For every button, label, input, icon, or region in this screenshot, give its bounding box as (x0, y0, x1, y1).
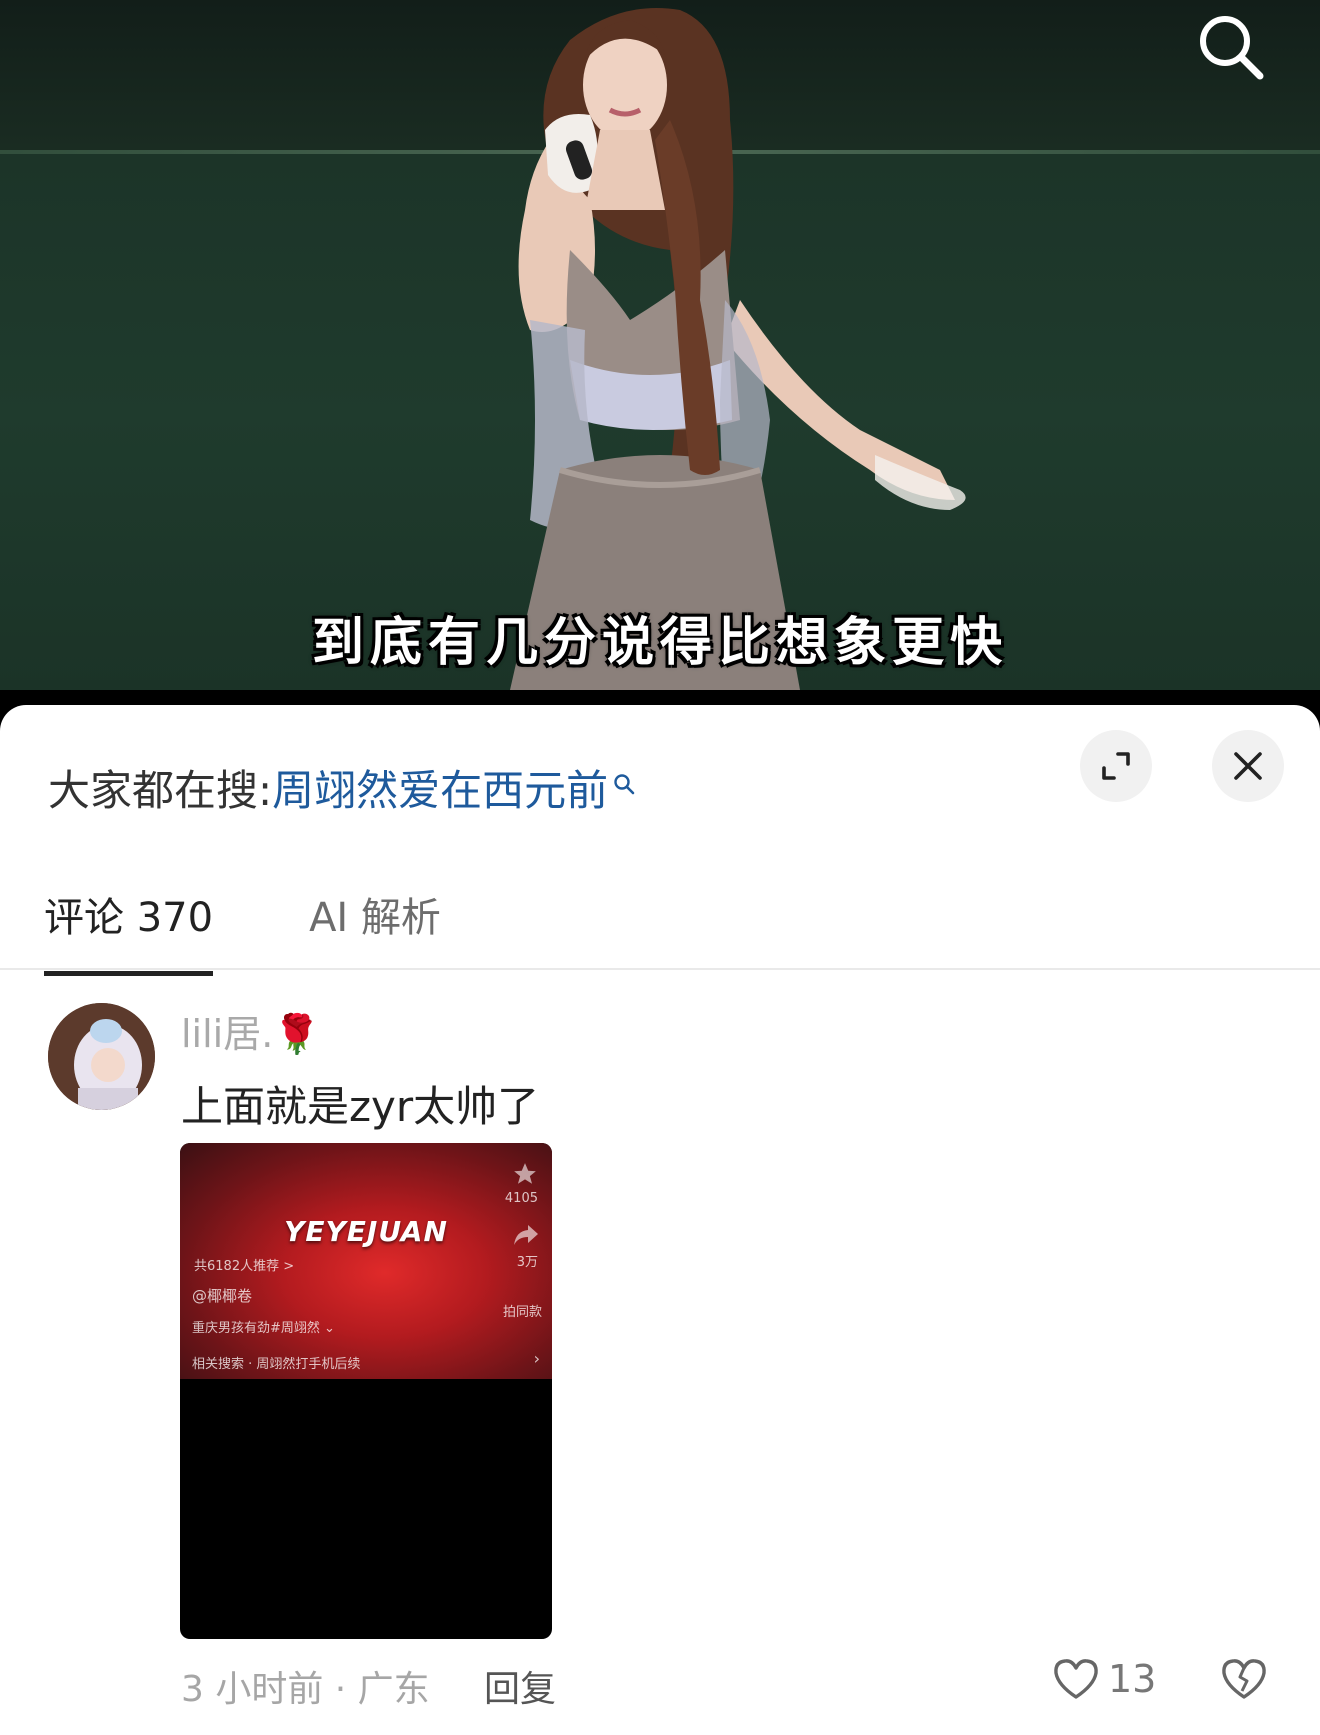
tabs-divider (0, 968, 1320, 970)
close-icon (1234, 752, 1262, 780)
expand-icon (1102, 752, 1130, 780)
image-recommend-text: 共6182人推荐 > (194, 1259, 295, 1274)
comment-username[interactable]: lili居.🌹 (181, 1003, 321, 1058)
avatar[interactable] (48, 1003, 155, 1110)
like-button[interactable]: 13 (1052, 1657, 1156, 1701)
comment-image[interactable]: YEYEJUAN 共6182人推荐 > @椰椰卷 重庆男孩有劲#周翊然 ⌄ 相关… (180, 1143, 552, 1639)
image-chevron: › (533, 1349, 540, 1368)
suggestion-label: 大家都在搜: (48, 766, 273, 815)
image-same-style-text: 拍同款 (502, 1305, 542, 1320)
tab-ai-analysis[interactable]: AI 解析 (309, 885, 441, 976)
image-share-count: 3万 (516, 1255, 538, 1270)
small-search-icon (612, 757, 636, 806)
broken-heart-icon (1222, 1659, 1266, 1699)
performer-figure (510, 8, 966, 690)
suggestion-keyword[interactable]: 周翊然爱在西元前 (272, 766, 608, 815)
image-brand-text: YEYEJUAN (284, 1215, 448, 1248)
comment-tabs: 评论 370 AI 解析 (44, 885, 537, 976)
share-icon (514, 1225, 538, 1245)
dislike-button[interactable] (1220, 1657, 1268, 1705)
image-star-count: 4105 (504, 1191, 538, 1206)
image-handle-text: @椰椰卷 (192, 1287, 253, 1305)
heart-icon (1054, 1659, 1098, 1699)
comment-sheet: 大家都在搜:周翊然爱在西元前 评论 370 AI 解析 lili居.🌹 上面就是… (0, 705, 1320, 1735)
comment-text: 上面就是zyr太帅了 (181, 1082, 540, 1131)
comment-time-location: 3 小时前 · 广东 (181, 1669, 430, 1710)
avatar-image (48, 1003, 155, 1110)
image-caption-text: 重庆男孩有劲#周翊然 ⌄ (192, 1321, 335, 1336)
like-count: 13 (1108, 1657, 1157, 1701)
search-suggestion[interactable]: 大家都在搜:周翊然爱在西元前 (48, 757, 636, 818)
video-subtitle: 到底有几分说得比想象更快 (311, 613, 1008, 673)
video-player[interactable]: 到底有几分说得比想象更快 (0, 0, 1320, 690)
search-button[interactable] (1194, 10, 1268, 84)
expand-button[interactable] (1080, 730, 1152, 802)
tab-comments[interactable]: 评论 370 (44, 885, 214, 976)
reply-button[interactable]: 回复 (484, 1660, 556, 1712)
star-icon (514, 1163, 536, 1184)
image-related-search-text: 相关搜索 · 周翊然打手机后续 (192, 1357, 361, 1372)
search-icon (1200, 16, 1264, 80)
close-button[interactable] (1212, 730, 1284, 802)
